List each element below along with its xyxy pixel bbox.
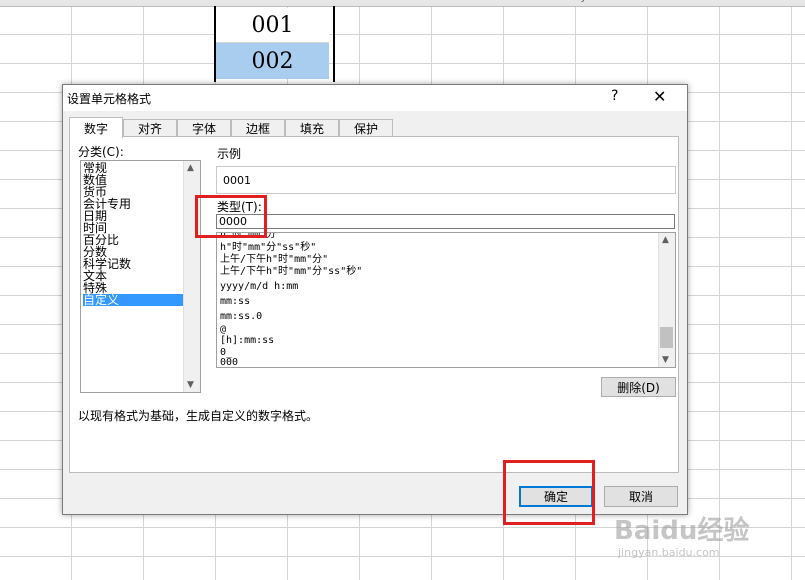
tab-alignment[interactable]: 对齐	[123, 119, 177, 137]
delete-button[interactable]: 删除(D)	[601, 377, 676, 397]
format-item[interactable]: yyyy/m/d h:mm	[220, 281, 298, 292]
col-header[interactable]: H	[436, 0, 444, 3]
help-icon[interactable]: ?	[611, 88, 618, 104]
category-label: 分类(C):	[78, 145, 124, 159]
highlight-box-ok	[503, 460, 595, 525]
watermark-logo: Baidu经验	[614, 516, 750, 546]
cell[interactable]: 001	[216, 8, 329, 43]
col-header[interactable]: I	[510, 0, 513, 3]
col-header[interactable]: K	[654, 0, 661, 3]
column-header-row: C D E F G H I J K L M	[0, 0, 805, 7]
tab-number[interactable]: 数字	[69, 117, 123, 138]
category-list[interactable]: 常规 数值 货币 会计专用 日期 时间 百分比 分数 科学记数 文本 特殊 自定…	[80, 160, 201, 393]
tab-protection[interactable]: 保护	[339, 119, 393, 137]
col-header[interactable]: L	[726, 0, 732, 3]
scroll-up-icon[interactable]: ▲	[662, 235, 669, 245]
format-item[interactable]: @	[220, 324, 226, 335]
col-header[interactable]: J	[582, 0, 585, 3]
format-item[interactable]: mm:ss	[220, 296, 250, 307]
col-header[interactable]: E	[176, 0, 182, 3]
format-item[interactable]: 000	[220, 357, 238, 367]
format-item[interactable]: h"时"mm"分"ss"秒"	[220, 242, 316, 253]
sample-value: 0001	[223, 174, 251, 187]
tab-border[interactable]: 边框	[231, 119, 285, 137]
highlight-box-type	[195, 195, 267, 238]
description-text: 以现有格式为基础，生成自定义的数字格式。	[78, 409, 319, 423]
tab-fill[interactable]: 填充	[285, 119, 339, 137]
cancel-button[interactable]: 取消	[604, 486, 678, 507]
col-header[interactable]: F	[268, 0, 274, 3]
format-scrollbar[interactable]: ▲ ▼	[658, 233, 675, 367]
watermark-url: jingyan.baidu.com	[618, 546, 720, 559]
col-header[interactable]: M	[796, 0, 805, 3]
close-icon[interactable]: ✕	[653, 87, 666, 106]
format-list[interactable]: h"时"mm"分" h"时"mm"分"ss"秒" 上午/下午h"时"mm"分" …	[216, 232, 676, 368]
col-header[interactable]: C	[30, 0, 37, 3]
dialog-title: 设置单元格格式	[67, 92, 152, 106]
format-item[interactable]: [h]:mm:ss	[220, 335, 274, 346]
col-header[interactable]: G	[364, 0, 372, 3]
sample-box: 0001	[216, 166, 676, 194]
sample-label: 示例	[217, 147, 242, 161]
scroll-up-icon[interactable]: ▲	[187, 163, 194, 173]
scroll-down-icon[interactable]: ▼	[187, 380, 194, 390]
format-cells-dialog: 设置单元格格式 ? ✕ 数字 对齐 字体 边框 填充 保护 分类(C): 常规 …	[62, 84, 688, 515]
category-item-selected[interactable]: 自定义	[83, 294, 183, 306]
number-tab-panel: 分类(C): 常规 数值 货币 会计专用 日期 时间 百分比 分数 科学记数 文…	[69, 136, 679, 473]
tab-font[interactable]: 字体	[177, 119, 231, 137]
scroll-thumb[interactable]	[660, 327, 673, 348]
col-header[interactable]: D	[104, 0, 112, 3]
type-input[interactable]	[216, 214, 675, 229]
format-item[interactable]: 上午/下午h"时"mm"分"	[220, 254, 328, 265]
cell-selected[interactable]: 002	[216, 43, 329, 79]
format-item[interactable]: mm:ss.0	[220, 311, 262, 322]
dialog-titlebar[interactable]: 设置单元格格式 ? ✕	[63, 85, 687, 111]
scroll-down-icon[interactable]: ▼	[662, 355, 669, 365]
format-item[interactable]: 上午/下午h"时"mm"分"ss"秒"	[220, 266, 362, 277]
